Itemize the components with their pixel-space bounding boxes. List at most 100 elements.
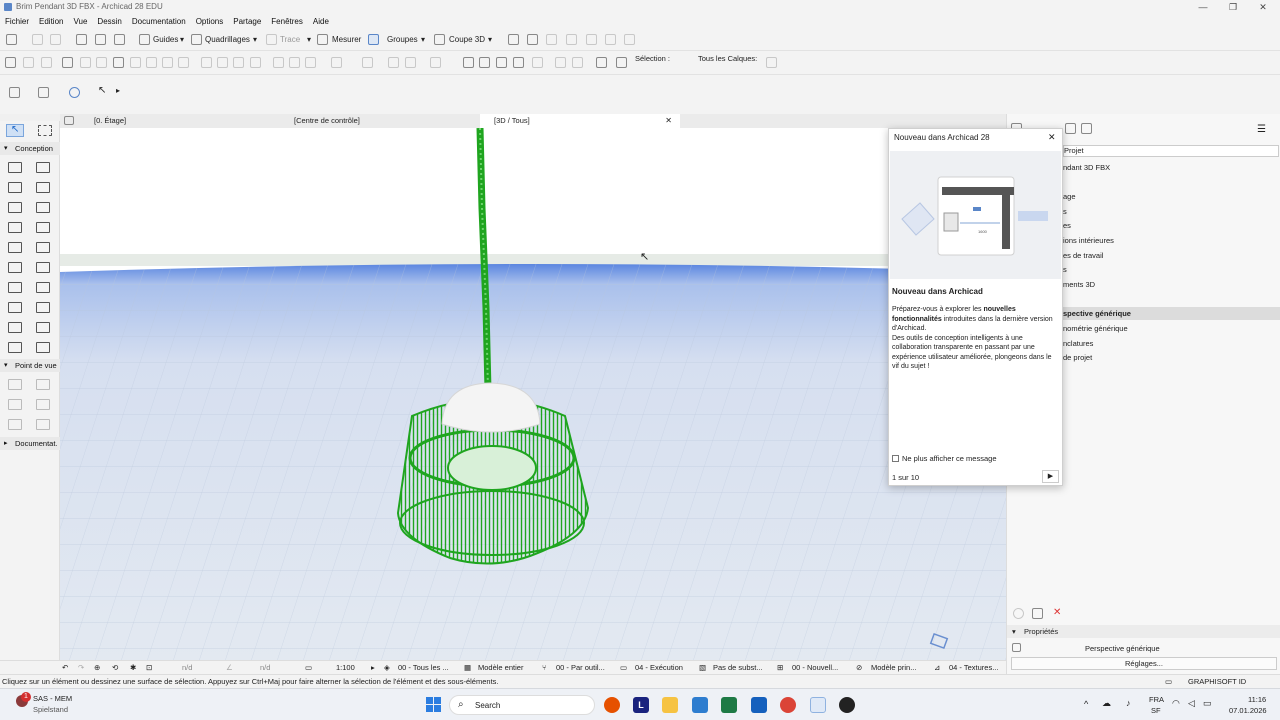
- guides-button[interactable]: Guides: [153, 33, 178, 47]
- redo-view-icon[interactable]: ↷: [78, 661, 84, 675]
- measure-icon[interactable]: [317, 34, 328, 45]
- 3d-viewport[interactable]: ↖: [60, 128, 1006, 660]
- adjust-icon[interactable]: [586, 34, 597, 45]
- redo-icon[interactable]: [50, 34, 61, 45]
- nav-item[interactable]: es de travail: [1063, 251, 1103, 260]
- slab-tool-icon[interactable]: [36, 162, 50, 173]
- coupe-3d-button[interactable]: Coupe 3D: [449, 33, 485, 47]
- tab-centre-controle[interactable]: [Centre de contrôle]: [280, 114, 480, 128]
- graphisoft-id-icon[interactable]: ▭: [1165, 675, 1172, 689]
- close-window-button[interactable]: ✕: [1248, 0, 1278, 14]
- distribute-icon[interactable]: [305, 57, 316, 68]
- menu-edition[interactable]: Edition: [34, 14, 68, 29]
- undo-icon[interactable]: [32, 34, 43, 45]
- chrome-icon[interactable]: [780, 697, 796, 713]
- morph-icon[interactable]: [555, 57, 566, 68]
- object-tool-icon[interactable]: [8, 222, 22, 233]
- edit-icon[interactable]: [496, 57, 507, 68]
- link-icon[interactable]: [430, 57, 441, 68]
- close-dialog-icon[interactable]: ✕: [1048, 132, 1056, 143]
- delete-icon[interactable]: ✕: [1053, 607, 1061, 618]
- menu-fichier[interactable]: Fichier: [0, 14, 34, 29]
- solid-icon[interactable]: [572, 57, 583, 68]
- properties-header[interactable]: ▾ Propriétés: [1007, 625, 1280, 638]
- offset-icon[interactable]: [130, 57, 141, 68]
- store-icon[interactable]: [692, 697, 708, 713]
- railing-tool-icon[interactable]: [36, 262, 50, 273]
- undo-view-icon[interactable]: ↶: [62, 661, 68, 675]
- hexagon-icon[interactable]: [624, 34, 635, 45]
- scissors-icon[interactable]: [508, 34, 519, 45]
- syringe-icon[interactable]: [114, 34, 125, 45]
- shell-tool-icon[interactable]: [36, 242, 50, 253]
- zoom-in-icon[interactable]: ⊕: [94, 661, 100, 675]
- find-icon[interactable]: [41, 57, 52, 68]
- chevron-down-icon[interactable]: ▾: [421, 33, 425, 47]
- elevate-icon[interactable]: [233, 57, 244, 68]
- pet-palette-icon[interactable]: [76, 34, 87, 45]
- chart-icon[interactable]: [5, 57, 16, 68]
- settings-view-icon[interactable]: [1032, 608, 1043, 619]
- show-all-icon[interactable]: [616, 57, 627, 68]
- nav-item[interactable]: es: [1063, 221, 1071, 230]
- clock-time[interactable]: 11:16: [1248, 695, 1266, 704]
- archicad-taskbar-icon[interactable]: [810, 697, 826, 713]
- nav-item[interactable]: ments 3D: [1063, 280, 1095, 289]
- solid-op-icon[interactable]: [388, 57, 399, 68]
- chevron-down-icon[interactable]: ▾: [488, 33, 492, 47]
- walk-icon[interactable]: ✱: [130, 661, 136, 675]
- firefox-icon[interactable]: [604, 697, 620, 713]
- morph-tool-icon[interactable]: [36, 302, 50, 313]
- chevron-down-icon[interactable]: ▾: [253, 33, 257, 47]
- split-icon[interactable]: [62, 57, 73, 68]
- pen-set[interactable]: 00 - Par outil...: [556, 661, 605, 675]
- scale-value[interactable]: 1:100: [336, 661, 355, 675]
- angle-value[interactable]: n/d: [260, 661, 270, 675]
- point-de-vue-section[interactable]: Point de vue: [0, 359, 60, 372]
- view-map-icon[interactable]: [1065, 123, 1076, 134]
- outlook-icon[interactable]: [751, 697, 767, 713]
- next-page-button[interactable]: ▶: [1042, 470, 1059, 483]
- zoom-icon[interactable]: [23, 57, 34, 68]
- dont-show-checkbox[interactable]: [892, 455, 899, 462]
- nav-item[interactable]: nométrie générique: [1063, 324, 1128, 333]
- selection-shape-icon[interactable]: [38, 87, 49, 98]
- resize-icon[interactable]: [605, 34, 616, 45]
- quadrillages-button[interactable]: Quadrillages: [205, 33, 250, 47]
- section-tool-icon[interactable]: [8, 379, 22, 390]
- cut-tool-icon[interactable]: [546, 34, 557, 45]
- orbit-view-icon[interactable]: ⟲: [112, 661, 118, 675]
- chevron-down-icon[interactable]: ▾: [307, 33, 311, 47]
- wifi-icon[interactable]: ◠: [1172, 698, 1180, 709]
- arrow-cursor-icon[interactable]: ↖: [98, 84, 106, 98]
- nav-item[interactable]: s: [1063, 265, 1067, 274]
- angle-icon[interactable]: ∠: [226, 661, 233, 675]
- app-recording-icon[interactable]: [839, 697, 855, 713]
- wall-tool-icon[interactable]: [8, 162, 22, 173]
- tab-etage[interactable]: [0. Étage]: [80, 114, 280, 128]
- documentation-section[interactable]: Documentat.: [0, 437, 60, 450]
- windows-start-icon[interactable]: [426, 697, 441, 712]
- chevron-up-icon[interactable]: ^: [1084, 699, 1088, 709]
- reglages-button[interactable]: Réglages...: [1011, 657, 1277, 670]
- language-code[interactable]: FRA: [1149, 695, 1164, 704]
- nav-item-selected[interactable]: spective générique: [1063, 307, 1280, 320]
- menu-documentation[interactable]: Documentation: [127, 14, 191, 29]
- l-app-icon[interactable]: L: [633, 697, 649, 713]
- corner-window-tool-icon[interactable]: [8, 342, 22, 353]
- corner-icon[interactable]: [566, 34, 577, 45]
- nav-item[interactable]: ions intérieures: [1063, 236, 1114, 245]
- trim-icon[interactable]: [146, 57, 157, 68]
- magic-wand-icon[interactable]: [113, 57, 124, 68]
- new-view-icon[interactable]: [1013, 608, 1024, 619]
- tab-3d[interactable]: [3D / Tous] ✕: [480, 114, 680, 128]
- mirror-icon[interactable]: [178, 57, 189, 68]
- rotate-icon[interactable]: [217, 57, 228, 68]
- menu-vue[interactable]: Vue: [68, 14, 92, 29]
- frame-icon[interactable]: [96, 57, 107, 68]
- skylight-tool-icon[interactable]: [8, 322, 22, 333]
- guides-icon[interactable]: [139, 34, 150, 45]
- menu-aide[interactable]: Aide: [308, 14, 334, 29]
- cloud-icon[interactable]: ☁: [1102, 698, 1111, 709]
- menu-fenetres[interactable]: Fenêtres: [266, 14, 308, 29]
